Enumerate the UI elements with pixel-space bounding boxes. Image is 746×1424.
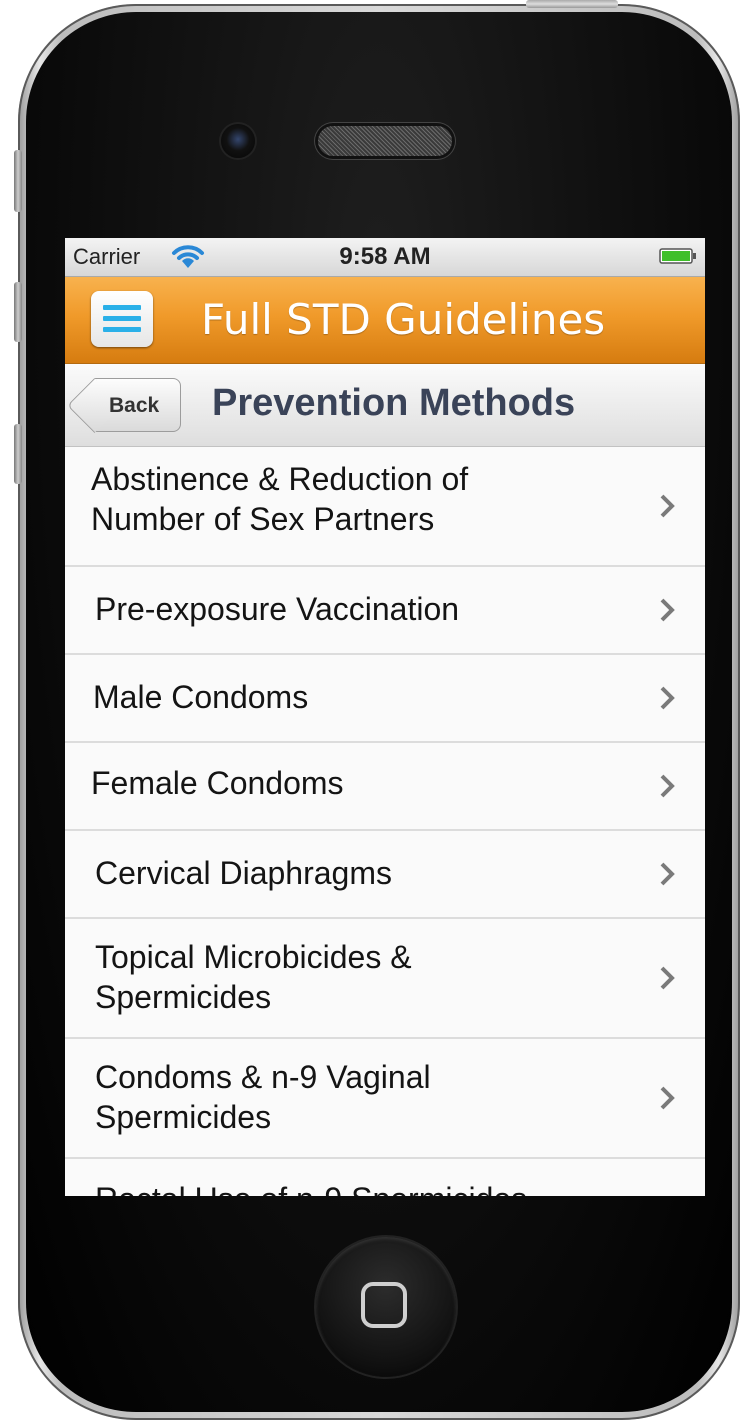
back-button[interactable]: Back [95,378,181,432]
front-camera [221,124,255,158]
list-item[interactable]: Male Condoms [65,655,705,743]
app-header: Full STD Guidelines [65,277,705,364]
list-item[interactable]: Pre-exposure Vaccination [65,567,705,655]
list-item[interactable]: Rectal Use of n-9 Spermicides [65,1159,705,1196]
menu-button[interactable] [91,291,153,347]
volume-down-button [14,424,22,484]
hamburger-menu-icon-bar [103,327,141,332]
hamburger-menu-icon-bar [103,316,141,321]
volume-up-button [14,282,22,342]
list-item[interactable]: Condoms & n-9 Vaginal Spermicides [65,1039,705,1159]
list-item-label: Condoms & n-9 Vaginal Spermicides [95,1059,431,1135]
chevron-right-icon [660,1086,675,1110]
navigation-bar: Back Prevention Methods [65,364,705,447]
app-title: Full STD Guidelines [201,295,606,344]
chevron-right-icon [660,862,675,886]
chevron-right-icon [660,774,675,798]
chevron-right-icon [660,686,675,710]
status-time: 9:58 AM [339,243,431,270]
list-item-label: Abstinence & Reduction of Number of Sex … [91,461,469,537]
hamburger-menu-icon [103,305,141,310]
list-item[interactable]: Abstinence & Reduction of Number of Sex … [65,447,705,567]
chevron-right-icon [660,966,675,990]
screen: Carrier 9:58 AM Full STD Guidelines Back… [65,238,705,1196]
mute-switch [14,150,22,212]
list-item-label: Male Condoms [93,679,309,715]
list-item-label: Pre-exposure Vaccination [95,591,460,627]
battery-icon [659,248,696,264]
prevention-methods-list: Abstinence & Reduction of Number of Sex … [65,447,705,1196]
page-title: Prevention Methods [212,382,576,424]
chevron-right-icon [660,494,675,518]
back-button-label: Back [109,394,160,417]
list-item-label: Rectal Use of n-9 Spermicides [95,1179,527,1196]
home-button[interactable] [316,1237,456,1377]
list-item-label: Topical Microbicides & Spermicides [95,939,412,1015]
chevron-right-icon [660,598,675,622]
list-item[interactable]: Female Condoms [65,743,705,831]
list-item[interactable]: Topical Microbicides & Spermicides [65,919,705,1039]
list-item-label: Cervical Diaphragms [95,855,392,891]
list-item-label: Female Condoms [91,765,344,801]
list-item[interactable]: Cervical Diaphragms [65,831,705,919]
power-button [526,0,618,8]
home-square-icon [361,1282,407,1328]
earpiece-speaker [318,126,452,156]
status-bar: Carrier 9:58 AM [65,238,705,277]
